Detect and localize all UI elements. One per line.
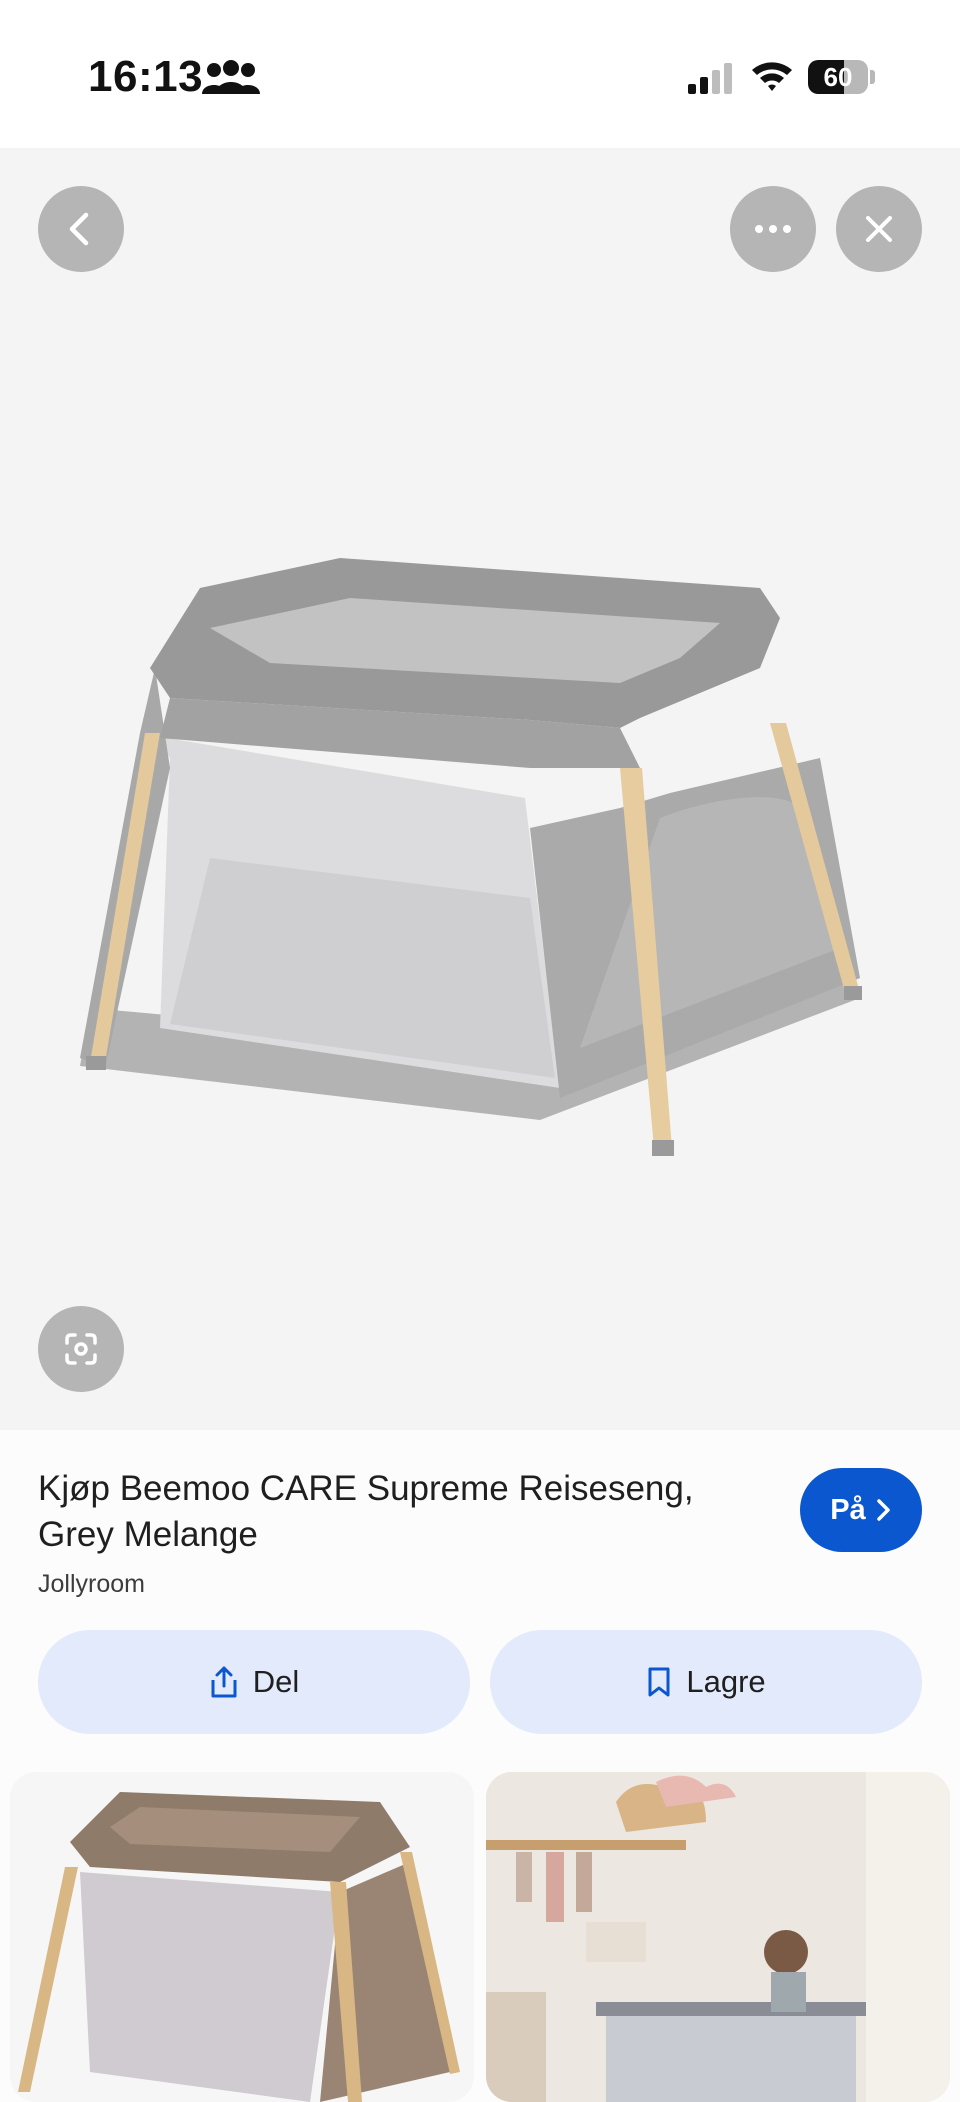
lens-button[interactable] <box>38 1306 124 1392</box>
share-icon <box>211 1666 237 1698</box>
more-options-button[interactable] <box>730 186 816 272</box>
visit-label: På <box>830 1493 866 1526</box>
share-button[interactable]: Del <box>38 1630 470 1734</box>
result-info: Kjøp Beemoo CARE Supreme Reiseseng, Grey… <box>0 1430 960 1770</box>
product-image <box>80 558 862 1156</box>
wifi-icon <box>752 62 792 91</box>
result-source[interactable]: Jollyroom <box>38 1570 145 1599</box>
signal-icon <box>688 63 732 94</box>
save-label: Lagre <box>686 1664 766 1699</box>
result-title[interactable]: Kjøp Beemoo CARE Supreme Reiseseng, Grey… <box>38 1466 738 1558</box>
status-time: 16:13 <box>88 52 204 101</box>
battery-indicator: 60 <box>808 60 868 94</box>
bookmark-icon <box>648 1667 670 1697</box>
battery-tip <box>870 70 875 84</box>
status-bar: 16:13 60 <box>0 0 960 148</box>
thumbnail-image <box>486 1772 950 2102</box>
close-icon <box>866 216 892 242</box>
back-button[interactable] <box>38 186 124 272</box>
save-button[interactable]: Lagre <box>490 1630 922 1734</box>
close-button[interactable] <box>836 186 922 272</box>
related-thumbnail[interactable] <box>10 1772 474 2102</box>
people-icon <box>202 60 260 94</box>
share-label: Del <box>252 1664 300 1699</box>
lens-icon <box>65 1333 97 1365</box>
visit-button[interactable]: På <box>800 1468 922 1552</box>
chevron-right-icon <box>876 1499 890 1521</box>
related-thumbnail[interactable] <box>486 1772 950 2102</box>
image-viewer[interactable] <box>0 148 960 1430</box>
thumbnail-image <box>18 1792 460 2102</box>
more-horizontal-icon <box>755 225 791 233</box>
chevron-left-icon <box>69 212 89 246</box>
battery-level: 60 <box>823 62 853 92</box>
